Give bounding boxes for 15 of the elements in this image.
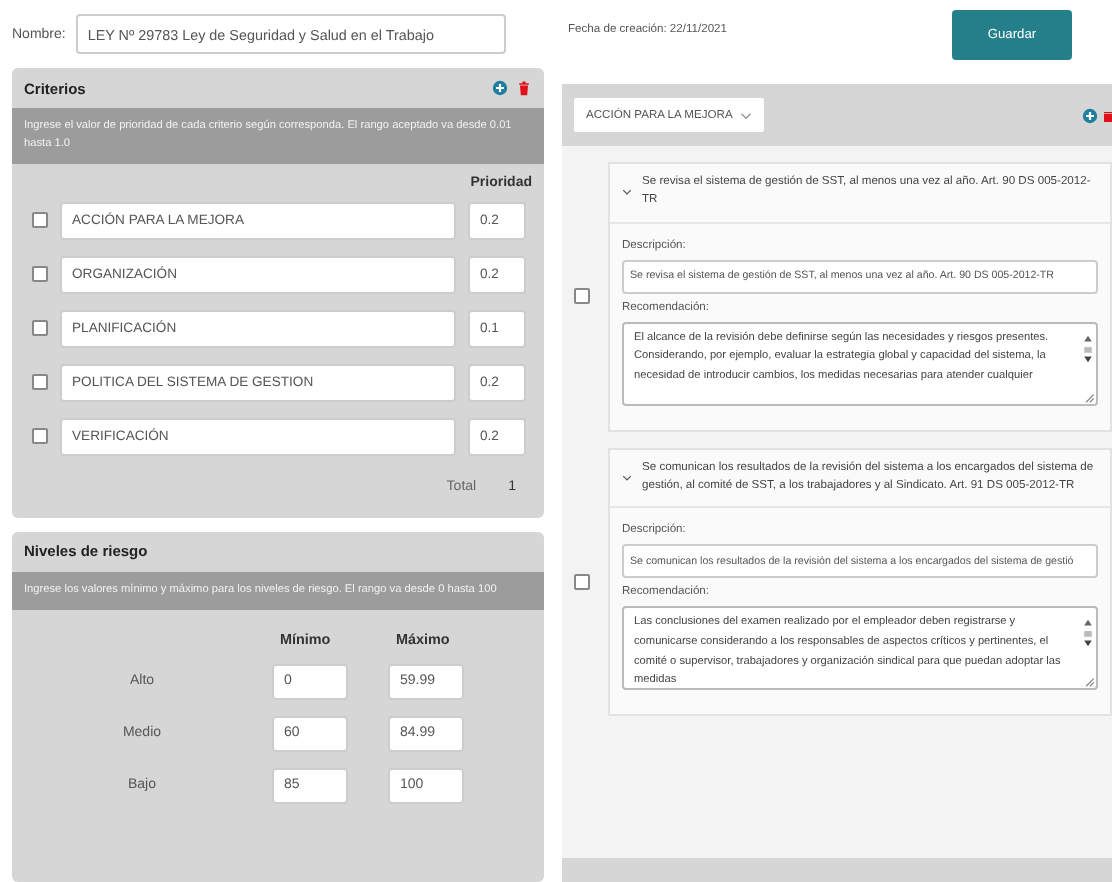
add-icon[interactable] [1082,107,1098,123]
chevron-icon [622,473,632,482]
checkbox[interactable] [32,266,48,283]
trash-icon[interactable] [516,80,532,96]
add-icon[interactable] [492,80,508,96]
checkbox[interactable] [574,288,590,305]
chevron-icon [740,111,753,119]
checkbox[interactable] [32,212,48,229]
checkbox[interactable] [32,320,48,337]
checkbox[interactable] [32,428,48,445]
chevron-icon [622,188,632,197]
trash-icon[interactable] [1104,107,1112,123]
checkbox[interactable] [32,374,48,391]
checkbox[interactable] [574,573,590,590]
scrollbar-icon[interactable] [1080,614,1096,691]
